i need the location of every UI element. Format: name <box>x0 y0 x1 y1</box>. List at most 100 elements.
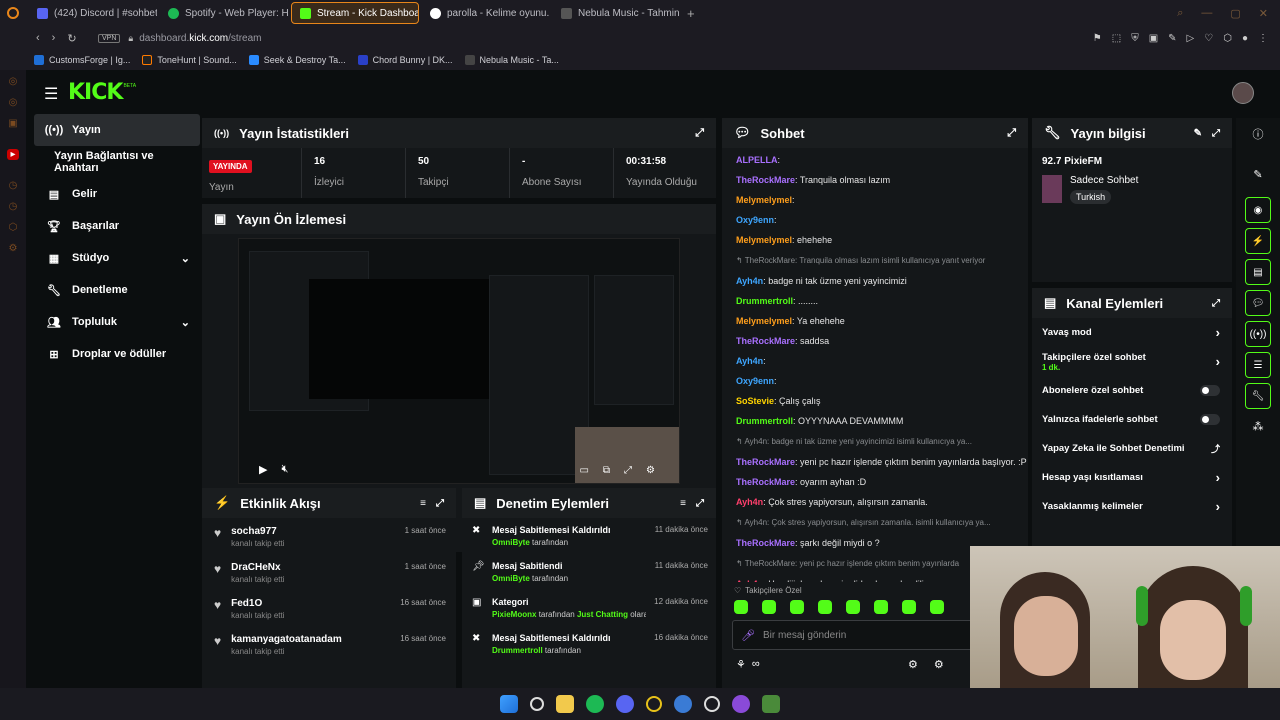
chat-username[interactable]: TheRockMare <box>736 457 795 467</box>
channel-action-item[interactable]: Yavaş mod › <box>1032 318 1232 347</box>
chat-message[interactable]: Ayh4n: Çok stres yapiyorsun, alışırsın z… <box>722 492 1028 512</box>
chat-username[interactable]: Ayh4n <box>736 497 763 507</box>
bookmark-item[interactable]: Chord Bunny | DK... <box>357 55 453 65</box>
wallet-icon[interactable]: ▣ <box>1149 33 1158 44</box>
nav-item-denetleme[interactable]: 🔧︎ Denetleme <box>34 274 200 306</box>
menu-icon[interactable]: ⋮ <box>1258 33 1268 44</box>
toggle-switch[interactable] <box>1200 414 1220 425</box>
activity-item[interactable]: ♥ DraCHeNx kanalı takip etti 1 saat önce <box>202 554 456 590</box>
extensions-icon[interactable]: ⬡ <box>1223 33 1232 44</box>
toggle-switch[interactable] <box>1200 385 1220 396</box>
bookmark-item[interactable]: Nebula Music - Ta... <box>464 55 559 65</box>
emote-icon[interactable] <box>874 600 888 614</box>
chat-username[interactable]: ALPELLA <box>736 155 778 165</box>
avatar[interactable] <box>1232 82 1254 104</box>
sidebar-youtube-icon[interactable]: ▸ <box>7 149 19 160</box>
url-field[interactable]: dashboard.kick.com/stream <box>139 33 261 44</box>
chat-message[interactable]: Drummertroll: ........ <box>722 291 1028 311</box>
play-icon[interactable]: ▶ <box>259 463 267 476</box>
tab-spotify[interactable]: Spotify - Web Player: Her <box>160 2 288 24</box>
bookmark-item[interactable]: Seek & Destroy Ta... <box>248 55 346 65</box>
sidebar-history-icon[interactable]: ◷ <box>9 180 18 191</box>
chat-username[interactable]: TheRockMare <box>736 175 795 185</box>
chat-message[interactable]: Melymelymel: Ya ehehehe <box>722 311 1028 331</box>
info-icon[interactable]: ⓘ <box>1236 118 1280 142</box>
popout-icon[interactable]: ⤢ <box>696 498 704 509</box>
tab-parolla[interactable]: parolla - Kelime oyunu. Gü <box>422 2 550 24</box>
chat-reply-context[interactable]: ↰ Ayh4n: badge ni tak üzme yeni yayincim… <box>722 431 1028 452</box>
chat-message[interactable]: ALPELLA: <box>722 150 1028 170</box>
emote-icon[interactable] <box>930 600 944 614</box>
chat-message[interactable]: Melymelymel: <box>722 190 1028 210</box>
channel-action-item[interactable]: Yapay Zeka ile Sohbet Denetimi ⤴ <box>1032 434 1232 463</box>
chat-username[interactable]: SoStevie <box>736 396 774 406</box>
back-icon[interactable]: ‹ <box>36 32 40 45</box>
channel-action-item[interactable]: Abonelere özel sohbet <box>1032 376 1232 405</box>
bookmark-item[interactable]: ToneHunt | Sound... <box>142 55 237 65</box>
nav-item-yayin[interactable]: ((•)) Yayın <box>34 114 200 146</box>
popout-icon[interactable]: ⤢ <box>436 498 444 509</box>
bookmark-item[interactable]: CustomsForge | Ig... <box>34 55 130 65</box>
emote-icon[interactable] <box>762 600 776 614</box>
close-window-icon[interactable]: ✕ <box>1259 7 1268 20</box>
chat-message[interactable]: Melymelymel: ehehehe <box>722 230 1028 250</box>
channel-action-item[interactable]: Takipçilere özel sohbet 1 dk. › <box>1032 347 1232 376</box>
emote-icon[interactable] <box>846 600 860 614</box>
bookmark-icon[interactable]: ⚑ <box>1093 33 1102 44</box>
sidebar-instagram-icon[interactable]: ▣ <box>8 118 17 129</box>
drag-handle-icon[interactable]: ⁂ <box>1236 414 1280 433</box>
windows-start-icon[interactable] <box>500 695 518 713</box>
pin-icon[interactable]: ✎ <box>1168 33 1176 44</box>
infinity-icon[interactable]: ∞ <box>752 658 760 671</box>
popout-icon[interactable]: ⤢ <box>1007 127 1016 140</box>
chat-message[interactable]: Drummertroll: OYYYNAAA DEVAMMMM <box>722 411 1028 431</box>
activity-item[interactable]: ♥ socha977 kanalı takip etti 1 saat önce <box>202 518 456 554</box>
nav-item-droplar[interactable]: ⊞ Droplar ve ödüller <box>34 338 200 370</box>
chat-reply-context[interactable]: ↰ Ayh4n: Çok stres yapiyorsun, alışırsın… <box>722 512 1028 533</box>
chat-message[interactable]: TheRockMare: oyarım ayhan :D <box>722 472 1028 492</box>
chat-username[interactable]: TheRockMare <box>736 336 795 346</box>
file-explorer-icon[interactable] <box>556 695 574 713</box>
spotify-icon[interactable] <box>586 695 604 713</box>
chat-username[interactable]: Oxy9enn <box>736 215 774 225</box>
channel-action-item[interactable]: Yalnızca ifadelerle sohbet <box>1032 405 1232 434</box>
opera-icon[interactable] <box>646 696 662 712</box>
chat-message[interactable]: Oxy9enn: <box>722 371 1028 391</box>
popout-icon[interactable]: ⤢ <box>1212 298 1220 309</box>
emote-icon[interactable] <box>734 600 748 614</box>
chat-message[interactable]: Ayh4n: badge ni tak üzme yeni yayincimiz… <box>722 271 1028 291</box>
shield-icon[interactable]: ⛨ <box>1131 33 1139 44</box>
browser-menu-icon[interactable] <box>0 0 26 26</box>
activity-item[interactable]: ♥ Fed1O kanalı takip etti 16 saat önce <box>202 590 456 626</box>
tab-discord[interactable]: (424) Discord | #sohbet | P <box>29 2 157 24</box>
fullscreen-icon[interactable]: ⤢ <box>624 465 632 476</box>
nav-item-gelir[interactable]: ▤ Gelir <box>34 178 200 210</box>
mod-action-item[interactable]: ✖ Mesaj Sabitlemesi Kaldırıldı OmniByte ta… <box>462 518 716 554</box>
broadcast-tool-icon[interactable]: ((•)) <box>1245 321 1271 347</box>
chat-message[interactable]: TheRockMare: yeni pc hazır işlende çıktı… <box>722 452 1028 472</box>
activity-item[interactable]: ♥ kamanyagatoatanadam kanalı takip etti 16 … <box>202 626 456 662</box>
sidebar-box-icon[interactable]: ⬡ <box>9 222 18 233</box>
chat-username[interactable]: Drummertroll <box>736 416 793 426</box>
filter-icon[interactable]: ≡ <box>680 498 686 509</box>
chat-username[interactable]: TheRockMare <box>736 477 795 487</box>
wrench-tool-icon[interactable]: 🔧︎ <box>1245 383 1271 409</box>
nav-item-topluluk[interactable]: 👥︎ Topluluk ⌄ <box>34 306 200 338</box>
cog-icon[interactable]: ⚙ <box>934 658 944 671</box>
maximize-icon[interactable]: ▢ <box>1230 7 1240 20</box>
chat-message[interactable]: SoStevie: Çalış çalış <box>722 391 1028 411</box>
nav-item-studyo[interactable]: ▦ Stüdyo ⌄ <box>34 242 200 274</box>
sidebar-clock-icon[interactable]: ◷ <box>9 201 18 212</box>
emote-icon[interactable] <box>818 600 832 614</box>
profile-icon[interactable]: ● <box>1242 33 1248 44</box>
mod-action-item[interactable]: ▣ Kategori PixieMoonx tarafından Just Chat… <box>462 590 716 626</box>
emote-picker-icon[interactable]: ⚘ <box>736 658 746 671</box>
chat-tool-icon[interactable]: 💬︎ <box>1245 290 1271 316</box>
mod-action-item[interactable]: 📌︎ Mesaj Sabitlendi OmniByte tarafından 11 … <box>462 554 716 590</box>
channel-action-item[interactable]: Yasaklanmış kelimeler › <box>1032 492 1232 521</box>
chat-username[interactable]: Drummertroll <box>736 296 793 306</box>
tab-nebula[interactable]: Nebula Music - Tahmin Oy <box>553 2 681 24</box>
channel-action-item[interactable]: Hesap yaşı kısıtlaması › <box>1032 463 1232 492</box>
chat-message[interactable]: Oxy9enn: <box>722 210 1028 230</box>
chat-username[interactable]: TheRockMare <box>736 538 795 548</box>
